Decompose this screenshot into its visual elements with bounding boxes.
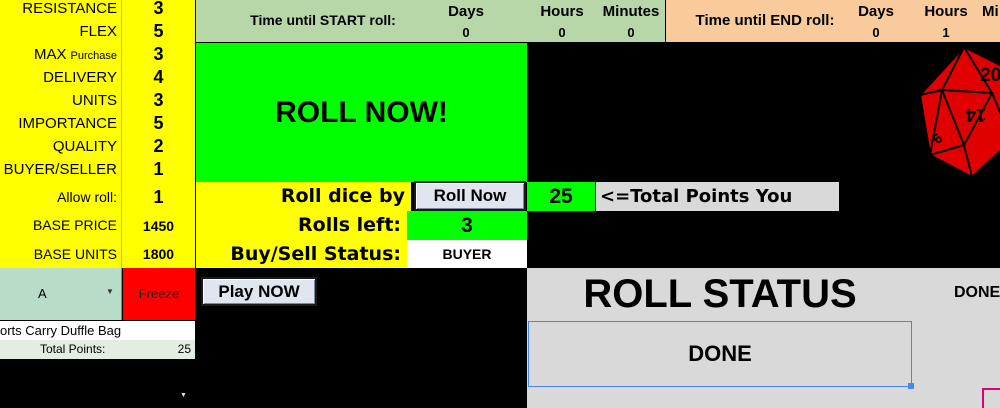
stat-value: 5 bbox=[153, 113, 164, 133]
end-hours-value: 1 bbox=[942, 25, 950, 40]
roll-status-side-text: DONE bbox=[954, 284, 1000, 301]
play-now-button[interactable]: Play NOW bbox=[201, 277, 317, 306]
buy-sell-value: BUYER bbox=[407, 240, 527, 268]
stat-value: 2 bbox=[153, 136, 164, 156]
end-hours-label: Hours bbox=[924, 3, 968, 20]
stat-row-importance: IMPORTANCE 5 bbox=[0, 112, 195, 135]
stat-label: MAX Purchase bbox=[34, 46, 117, 63]
stat-value: 5 bbox=[153, 21, 164, 41]
base-price-label: BASE PRICE bbox=[32, 217, 117, 233]
start-minutes-label: Minutes bbox=[602, 3, 660, 20]
end-timer-label: Time until END roll: bbox=[695, 12, 835, 29]
stat-value: 3 bbox=[153, 0, 164, 18]
allow-roll-value: 1 bbox=[153, 187, 164, 207]
base-price-value: 1450 bbox=[142, 218, 175, 234]
start-hours-label: Hours bbox=[540, 3, 584, 20]
end-minutes-label: Mi bbox=[982, 3, 999, 20]
stat-row-flex: FLEX 5 bbox=[0, 20, 195, 43]
stat-label: QUALITY bbox=[52, 138, 117, 155]
die-top-number: 20 bbox=[980, 65, 1000, 86]
mode-dropdown-value: A bbox=[38, 286, 47, 301]
rolls-left-value: 3 bbox=[407, 211, 527, 240]
stat-value: 3 bbox=[153, 44, 164, 64]
total-points-value: 25 bbox=[527, 182, 595, 211]
product-name: orts Carry Duffle Bag bbox=[0, 321, 195, 340]
total-points-row: Total Points: 25 bbox=[0, 340, 195, 359]
base-units-label: BASE UNITS bbox=[33, 246, 117, 262]
chevron-down-icon[interactable]: ▼ bbox=[106, 287, 114, 296]
roll-status-value: DONE bbox=[688, 341, 752, 366]
stat-row-quality: QUALITY 2 bbox=[0, 135, 195, 158]
stat-row-max: MAX Purchase 3 bbox=[0, 43, 195, 66]
roll-status-title: ROLL STATUS bbox=[583, 272, 857, 316]
stat-label: FLEX bbox=[79, 23, 117, 40]
stat-row-delivery: DELIVERY 4 bbox=[0, 66, 195, 89]
stat-row-resistance: RESISTANCE 3 bbox=[0, 0, 195, 20]
end-days-value: 0 bbox=[872, 25, 880, 40]
start-hours-value: 0 bbox=[558, 25, 566, 40]
stat-value: 4 bbox=[153, 67, 164, 87]
scroll-chevron-icon[interactable]: ▼ bbox=[180, 392, 187, 399]
buy-sell-label: Buy/Sell Status: bbox=[196, 240, 407, 268]
end-days-label: Days bbox=[858, 3, 894, 20]
roll-status-box[interactable]: DONE bbox=[528, 321, 912, 387]
total-points-row-value: 25 bbox=[177, 342, 191, 356]
mode-dropdown[interactable]: A ▼ bbox=[0, 268, 122, 320]
stat-label: UNITS bbox=[72, 92, 117, 109]
start-timer-label: Time until START roll: bbox=[250, 12, 396, 28]
roll-now-banner-text: ROLL NOW! bbox=[275, 95, 448, 129]
stat-row-units: UNITS 3 bbox=[0, 89, 195, 112]
roll-now-button[interactable]: Roll Now bbox=[414, 181, 526, 211]
die-mid-number: 14 bbox=[966, 105, 986, 125]
total-points-label: <=Total Points You Spend bbox=[596, 182, 839, 236]
roll-dice-label: Roll dice by clicking: bbox=[196, 182, 411, 236]
stat-label: DELIVERY bbox=[43, 69, 117, 86]
stat-label: RESISTANCE bbox=[22, 0, 117, 17]
stat-label: BUYER/SELLER bbox=[3, 161, 117, 178]
start-days-label: Days bbox=[448, 3, 484, 20]
roll-now-banner: ROLL NOW! bbox=[196, 43, 527, 182]
total-points-row-label: Total Points: bbox=[40, 342, 106, 356]
stat-value: 1 bbox=[153, 159, 164, 179]
freeze-button[interactable]: Freeze bbox=[123, 268, 195, 320]
selection-handle[interactable] bbox=[908, 383, 914, 389]
stat-label: IMPORTANCE bbox=[18, 115, 117, 132]
stat-row-buyer-seller: BUYER/SELLER 1 bbox=[0, 158, 195, 181]
stat-value: 3 bbox=[153, 90, 164, 110]
pink-shape-edge bbox=[982, 388, 1000, 408]
allow-roll-label: Allow roll: bbox=[57, 189, 117, 205]
rolls-left-label: Rolls left: bbox=[196, 211, 407, 240]
start-minutes-value: 0 bbox=[627, 25, 635, 40]
start-days-value: 0 bbox=[462, 25, 470, 40]
base-units-value: 1800 bbox=[142, 246, 175, 262]
d20-die-icon: 20 14 6 bbox=[918, 45, 1000, 179]
